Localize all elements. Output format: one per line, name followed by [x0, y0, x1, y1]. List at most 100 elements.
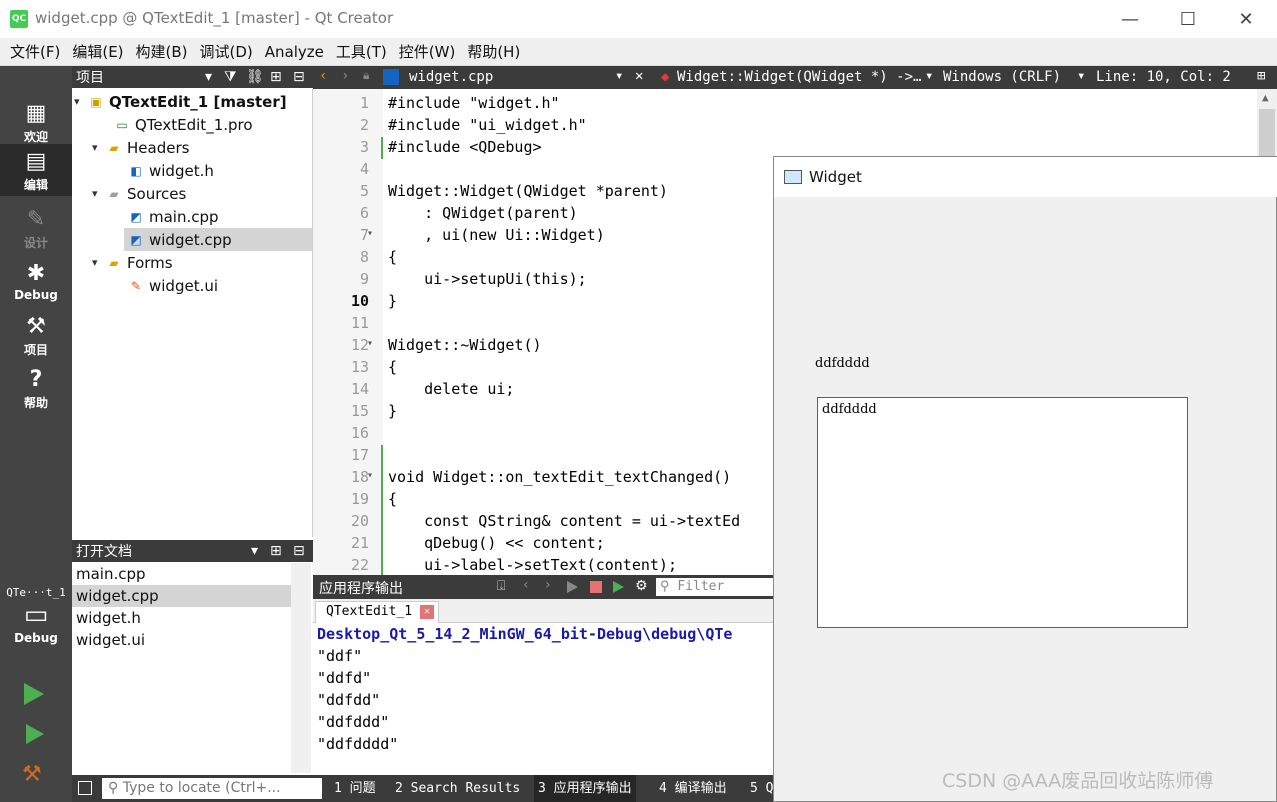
menu-widgets[interactable]: 控件(W): [393, 38, 462, 66]
expand-arrow-icon[interactable]: ▾: [92, 256, 106, 269]
menu-edit[interactable]: 编辑(E): [66, 38, 129, 66]
code-line: , ui(new Ui::Widget): [388, 226, 605, 244]
cursor-position[interactable]: Line: 10, Col: 2: [1096, 69, 1231, 85]
maximize-button[interactable]: ☐: [1159, 0, 1217, 38]
scroll-up-icon[interactable]: ▲: [1262, 91, 1269, 104]
run-debug-icon[interactable]: [613, 581, 624, 593]
filter-icon[interactable]: ⧩: [224, 69, 237, 85]
output-filter-input[interactable]: ⚲ Filter: [656, 578, 775, 596]
panel-dropdown-icon[interactable]: ▾: [205, 69, 212, 85]
tree-item-pro[interactable]: ▭ QTextEdit_1.pro: [114, 113, 252, 136]
tab-qtextedit[interactable]: QTextEdit_1 ✕: [315, 601, 439, 623]
split-icon[interactable]: ⊞: [270, 69, 282, 85]
open-doc-item[interactable]: widget.cpp: [72, 585, 291, 607]
kit-selector[interactable]: QTe···t_1 ▭ Debug: [0, 586, 72, 645]
status-tab-output[interactable]: 3 应用程序输出: [534, 775, 636, 802]
build-hammer-icon[interactable]: ⚒: [22, 762, 42, 787]
back-arrow-icon[interactable]: ‹: [319, 68, 327, 84]
expand-arrow-icon[interactable]: ▾: [74, 95, 88, 108]
attach-icon[interactable]: ⍗: [497, 578, 505, 594]
file-dropdown-icon[interactable]: ▾: [615, 68, 623, 84]
mode-help[interactable]: ? 帮助: [0, 362, 72, 414]
scrollbar-thumb[interactable]: [1259, 109, 1275, 159]
minimize-button[interactable]: —: [1101, 0, 1159, 38]
close-tab-icon[interactable]: ✕: [420, 605, 434, 619]
menu-help[interactable]: 帮助(H): [461, 38, 526, 66]
split-icon[interactable]: ⊞: [270, 543, 282, 559]
line-number: 9: [359, 270, 369, 288]
status-tab-5[interactable]: 5 Q: [750, 775, 773, 802]
tree-item-headers[interactable]: ▾ ▰ Headers: [92, 136, 189, 159]
menu-bar: 文件(F) 编辑(E) 构建(B) 调试(D) Analyze 工具(T) 控件…: [0, 38, 1277, 66]
line-number: 19: [350, 490, 369, 508]
current-file[interactable]: widget.cpp: [409, 69, 493, 85]
expand-arrow-icon[interactable]: ▾: [92, 141, 106, 154]
mode-projects[interactable]: ⚒ 项目: [0, 309, 72, 361]
tree-item-widget-h[interactable]: ◧ widget.h: [128, 159, 214, 182]
monitor-icon: ▭: [23, 600, 49, 630]
toggle-sidebar-icon[interactable]: [78, 781, 92, 795]
menu-tools[interactable]: 工具(T): [330, 38, 393, 66]
fold-arrow-icon[interactable]: ▾: [367, 228, 373, 239]
mode-edit[interactable]: ▤ 编辑: [0, 144, 72, 196]
mode-design[interactable]: ✎ 设计: [0, 202, 72, 254]
fold-arrow-icon[interactable]: ▾: [367, 470, 373, 481]
symbol-dropdown-icon[interactable]: ▾: [925, 68, 933, 84]
menu-file[interactable]: 文件(F): [4, 38, 66, 66]
tree-item-widget-cpp[interactable]: ◩ widget.cpp: [124, 228, 312, 251]
line-number: 3: [359, 138, 369, 156]
open-doc-item[interactable]: main.cpp: [72, 563, 291, 585]
line-number: 10: [350, 292, 369, 310]
close-panel-icon[interactable]: ⊟: [293, 543, 305, 559]
stop-icon[interactable]: [590, 581, 602, 593]
menu-build[interactable]: 构建(B): [130, 38, 194, 66]
code-line: Widget::~Widget(): [388, 336, 542, 354]
symbol-icon: ◆: [661, 69, 670, 85]
expand-arrow-icon[interactable]: ▾: [92, 187, 106, 200]
debug-run-button[interactable]: [26, 724, 44, 744]
status-tab-search[interactable]: 2 Search Results: [395, 775, 520, 802]
rerun-icon[interactable]: [567, 581, 578, 593]
tree-item-widget-ui[interactable]: ✎ widget.ui: [128, 274, 218, 297]
symbol-selector[interactable]: Widget::Widget(QWidget *) ->…: [677, 69, 921, 85]
tree-item-forms[interactable]: ▾ ▰ Forms: [92, 251, 173, 274]
line-ending-dropdown-icon[interactable]: ▾: [1077, 68, 1085, 84]
search-icon: ⚲: [660, 579, 670, 594]
code-line: {: [388, 490, 398, 508]
panel-dropdown-icon[interactable]: ▾: [251, 543, 258, 559]
kit-name: QTe···t_1: [6, 586, 66, 599]
help-icon: ?: [29, 367, 43, 392]
widget-title-bar: Widget: [774, 157, 1277, 197]
close-panel-icon[interactable]: ⊟: [293, 69, 305, 85]
status-tab-issues[interactable]: 1 问题: [334, 775, 376, 802]
status-tab-compile[interactable]: 4 编译输出: [659, 775, 727, 802]
next-icon[interactable]: ›: [545, 577, 551, 593]
open-doc-item[interactable]: widget.ui: [72, 629, 291, 651]
fold-arrow-icon[interactable]: ▾: [367, 338, 373, 349]
window-title: widget.cpp @ QTextEdit_1 [master] - Qt C…: [35, 9, 394, 27]
forward-arrow-icon[interactable]: ›: [341, 68, 349, 84]
menu-analyze[interactable]: Analyze: [259, 38, 330, 66]
tree-item-project[interactable]: ▾ ▣ QTextEdit_1 [master]: [74, 90, 287, 113]
project-panel-title: 项目: [76, 70, 104, 86]
close-file-icon[interactable]: ✕: [635, 68, 643, 84]
settings-gear-icon[interactable]: ⚙: [635, 578, 648, 594]
line-number: 21: [350, 534, 369, 552]
menu-debug[interactable]: 调试(D): [194, 38, 259, 66]
output-line: "ddfd": [317, 669, 372, 687]
bug-icon: ✱: [26, 261, 46, 286]
run-button[interactable]: [24, 683, 44, 705]
tree-item-sources[interactable]: ▾ ▰ Sources: [92, 182, 186, 205]
split-editor-icon[interactable]: ⊞: [1257, 68, 1265, 84]
tree-item-main-cpp[interactable]: ◩ main.cpp: [128, 205, 218, 228]
open-docs-scrollbar[interactable]: [291, 563, 311, 773]
mode-welcome[interactable]: ▦ 欢迎: [0, 96, 72, 148]
mode-debug[interactable]: ✱ Debug: [0, 256, 72, 308]
link-icon[interactable]: ⛓: [246, 69, 264, 85]
line-ending-selector[interactable]: Windows (CRLF): [943, 69, 1061, 85]
close-button[interactable]: ✕: [1217, 0, 1275, 38]
open-doc-item[interactable]: widget.h: [72, 607, 291, 629]
locator-input[interactable]: ⚲ Type to locate (Ctrl+...: [102, 778, 322, 799]
prev-icon[interactable]: ‹: [523, 577, 529, 593]
widget-text-edit[interactable]: ddfdddd: [817, 397, 1188, 628]
